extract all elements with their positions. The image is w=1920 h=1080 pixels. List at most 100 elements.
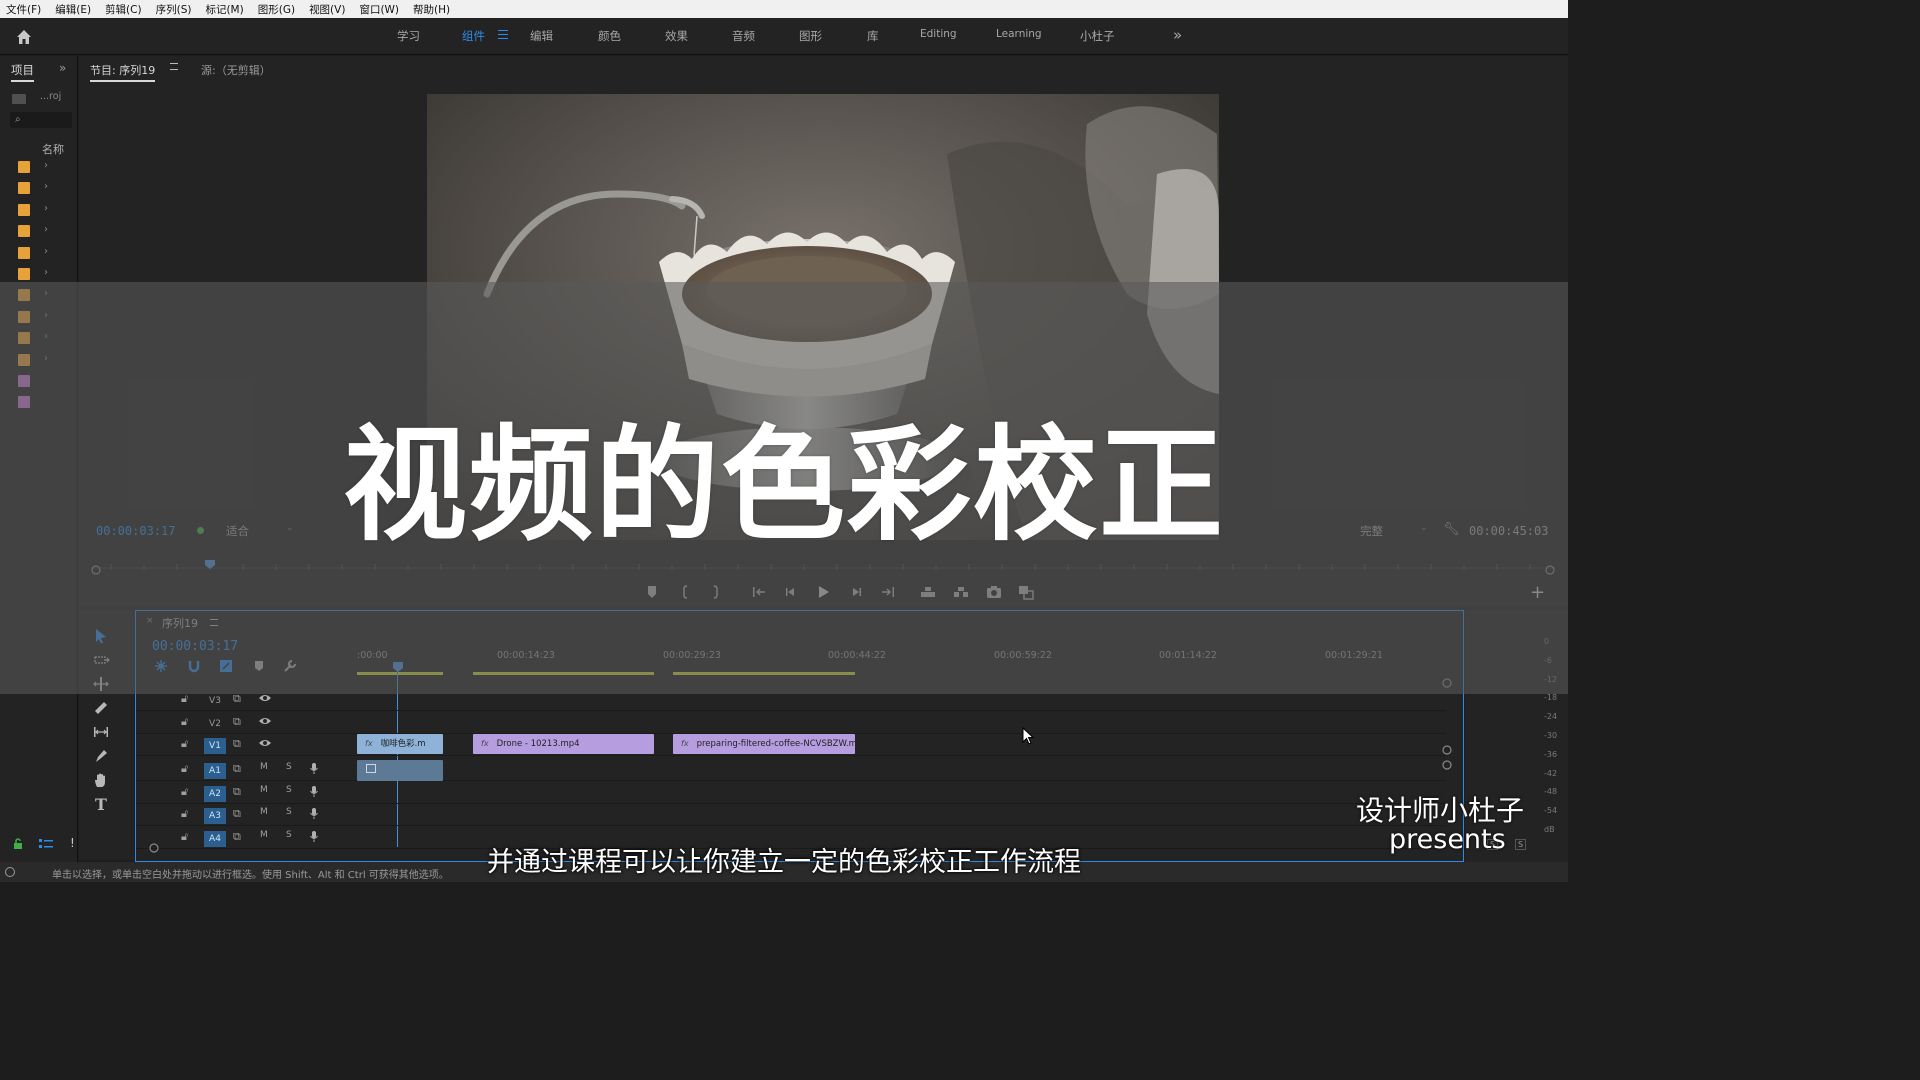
bin-color-label[interactable] <box>18 182 30 195</box>
workspace-tab-learning[interactable]: Learning <box>996 28 1042 40</box>
add-button-icon[interactable]: + <box>1530 582 1545 603</box>
lock-icon[interactable]: 🔓︎ <box>181 785 188 799</box>
nest-icon[interactable] <box>154 659 168 673</box>
workspace-tab-audio[interactable]: 音频 <box>732 28 755 44</box>
extract-icon[interactable] <box>951 582 971 602</box>
sequence-tab[interactable]: 序列19 <box>162 615 198 631</box>
bin-color-label[interactable] <box>18 289 30 302</box>
close-tab-icon[interactable]: × <box>146 616 154 626</box>
menu-item[interactable]: 帮助(H) <box>413 2 450 17</box>
mute-button[interactable]: M <box>260 830 268 840</box>
menu-item[interactable]: 图形(G) <box>258 2 295 17</box>
bin-color-label[interactable] <box>18 268 30 280</box>
bin-color-label[interactable] <box>18 353 30 366</box>
sync-lock-icon[interactable]: ⧉ <box>233 715 241 729</box>
audio-clip[interactable] <box>357 760 443 781</box>
solo-button[interactable]: S <box>286 807 292 817</box>
track-select-tool-icon[interactable] <box>92 651 110 669</box>
video-track[interactable]: 🔓︎ V2 ⧉ <box>136 712 1446 734</box>
bin-color-label[interactable] <box>18 246 30 259</box>
panel-more-icon[interactable]: » <box>59 61 66 75</box>
project-search-input[interactable]: ⌕ <box>10 112 72 128</box>
scroll-handle[interactable] <box>1441 677 1453 689</box>
chevron-right-icon[interactable]: › <box>44 160 48 171</box>
bin-color-label[interactable] <box>18 332 30 345</box>
workspace-tab-color[interactable]: 颜色 <box>598 28 621 44</box>
menu-item[interactable]: 编辑(E) <box>55 2 91 17</box>
program-monitor-tab[interactable]: 节目: 序列19 <box>90 62 156 82</box>
track-label[interactable]: A1 <box>204 763 226 779</box>
compare-view-icon[interactable] <box>1016 582 1036 602</box>
eye-icon[interactable] <box>258 692 272 704</box>
workspace-tab-assembly[interactable]: 组件 <box>462 28 485 44</box>
workspace-tab-editing[interactable]: Editing <box>920 28 957 40</box>
chevron-right-icon[interactable]: › <box>44 331 48 342</box>
solo-button[interactable]: S <box>286 762 292 772</box>
go-to-out-icon[interactable] <box>878 582 898 602</box>
workspace-tab-effects[interactable]: 效果 <box>665 28 688 44</box>
playhead-handle[interactable] <box>392 661 404 673</box>
solo-button[interactable]: S <box>286 830 292 840</box>
timeline-clip[interactable]: fx 咖啡色彩.m <box>357 734 443 754</box>
mark-out-icon[interactable] <box>705 582 725 602</box>
workspace-tab-graphics[interactable]: 图形 <box>799 28 822 44</box>
go-to-in-icon[interactable] <box>749 582 769 602</box>
sync-lock-icon[interactable]: ⧉ <box>233 785 241 799</box>
timeline-settings-icon[interactable] <box>283 659 297 673</box>
workspace-menu-icon[interactable] <box>498 30 508 39</box>
play-icon[interactable] <box>813 582 833 602</box>
video-track[interactable]: 🔓︎ V3 ⧉ <box>136 689 1446 711</box>
workspace-tab-custom[interactable]: 小杜子 <box>1080 28 1115 44</box>
timeline-timecode[interactable]: 00:00:03:17 <box>152 639 238 654</box>
lock-icon[interactable]: 🔓︎ <box>181 692 188 706</box>
workspace-tab-library[interactable]: 库 <box>867 28 879 44</box>
bin-color-label[interactable] <box>18 203 30 216</box>
menu-item[interactable]: 文件(F) <box>6 2 41 17</box>
menu-item[interactable]: 剪辑(C) <box>105 2 142 17</box>
chevron-right-icon[interactable]: › <box>44 246 48 257</box>
lock-icon[interactable]: 🔓︎ <box>181 715 188 729</box>
timeline-clip[interactable]: fx preparing-filtered-coffee-NCVSBZW.mov <box>673 734 855 754</box>
razor-tool-icon[interactable] <box>92 699 110 717</box>
project-tab[interactable]: 项目 <box>11 62 34 82</box>
workspace-tab-learn[interactable]: 学习 <box>397 28 420 44</box>
step-back-icon[interactable] <box>781 582 801 602</box>
marker-icon[interactable] <box>642 582 662 602</box>
track-label[interactable]: V1 <box>204 738 226 754</box>
workspace-tab-edit[interactable]: 编辑 <box>530 28 553 44</box>
microphone-icon[interactable] <box>309 807 319 820</box>
chevron-right-icon[interactable]: › <box>44 267 48 278</box>
type-tool-icon[interactable]: T <box>92 795 110 814</box>
hand-tool-icon[interactable] <box>92 771 110 789</box>
sync-lock-icon[interactable]: ⧉ <box>233 692 241 706</box>
sync-lock-icon[interactable]: ⧉ <box>233 762 241 776</box>
timeline-clip[interactable]: fx Drone - 10213.mp4 <box>473 734 654 754</box>
step-forward-icon[interactable] <box>846 582 866 602</box>
pen-tool-icon[interactable] <box>92 747 110 765</box>
menu-item[interactable]: 标记(M) <box>205 2 243 17</box>
scroll-handle[interactable] <box>1441 744 1453 756</box>
lock-icon[interactable]: 🔓︎ <box>181 737 188 751</box>
mute-button[interactable]: M <box>260 807 268 817</box>
bin-color-label[interactable] <box>18 310 30 323</box>
name-column-header[interactable]: 名称 <box>42 141 64 157</box>
eye-icon[interactable] <box>258 715 272 727</box>
snap-icon[interactable] <box>187 659 201 673</box>
scroll-handle[interactable] <box>1441 759 1453 771</box>
ripple-edit-tool-icon[interactable] <box>92 675 110 693</box>
audio-track[interactable]: 🔓︎ A2 ⧉ M S <box>136 782 1446 804</box>
eye-icon[interactable] <box>258 737 272 749</box>
chevron-right-icon[interactable]: › <box>44 353 48 364</box>
menu-item[interactable]: 视图(V) <box>309 2 345 17</box>
panel-menu-icon[interactable] <box>170 63 178 70</box>
source-monitor-tab[interactable]: 源:（无剪辑） <box>201 62 271 78</box>
track-label[interactable]: A2 <box>204 785 226 802</box>
track-label[interactable]: V3 <box>204 693 226 709</box>
lock-icon[interactable]: 🔓︎ <box>181 807 188 821</box>
add-marker-icon[interactable] <box>252 659 266 673</box>
home-icon[interactable] <box>14 27 34 47</box>
mute-button[interactable]: M <box>260 785 268 795</box>
chevron-right-icon[interactable]: › <box>44 181 48 192</box>
mark-in-icon[interactable] <box>676 582 696 602</box>
chevron-right-icon[interactable]: › <box>44 288 48 299</box>
